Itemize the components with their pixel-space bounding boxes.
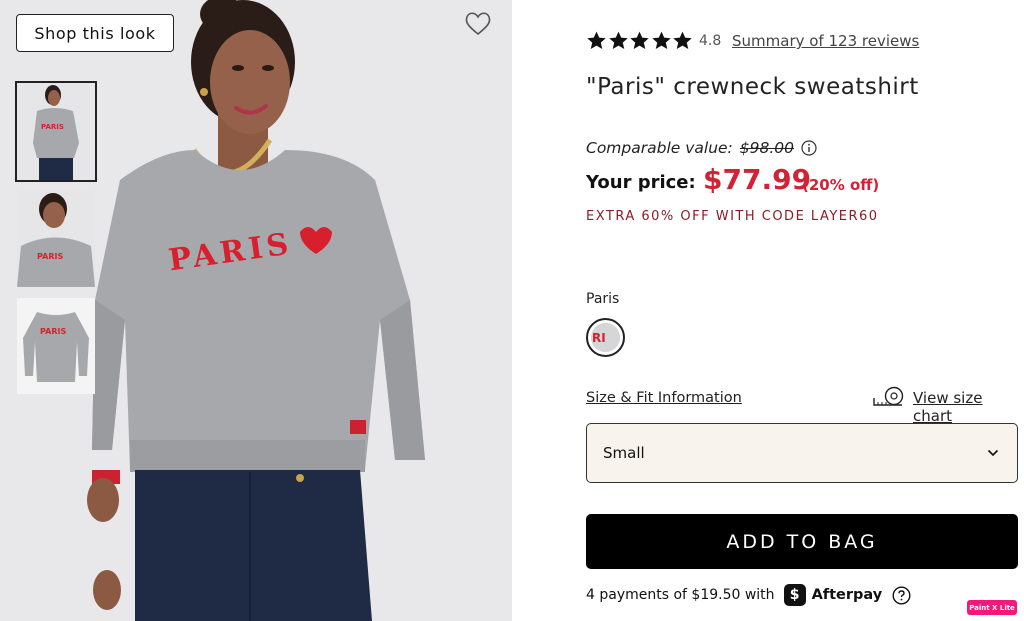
shop-this-look-button[interactable]: Shop this look	[16, 14, 174, 52]
afterpay-info: 4 payments of $19.50 with $ Afterpay	[586, 584, 911, 606]
rating-value: 4.8	[699, 33, 722, 49]
swatch-print: RI	[591, 323, 620, 352]
percent-off: (20% off)	[802, 176, 880, 194]
comparable-label: Comparable value:	[586, 139, 733, 157]
afterpay-brand: Afterpay	[811, 587, 883, 603]
star-rating	[586, 30, 694, 51]
svg-text:PARIS: PARIS	[37, 252, 63, 261]
thumb-flat-lay[interactable]: PARIS	[17, 298, 95, 394]
color-swatch-paris[interactable]: RI	[586, 318, 625, 357]
thumb-model-closeup[interactable]: PARIS	[17, 191, 95, 287]
star-icon	[651, 31, 671, 49]
heart-outline-icon[interactable]	[464, 11, 492, 37]
measuring-tape-icon	[873, 386, 904, 406]
afterpay-text: 4 payments of $19.50 with	[586, 587, 775, 603]
star-icon	[673, 31, 692, 49]
chevron-down-icon	[987, 449, 999, 457]
thumb-model-full[interactable]: PARIS	[15, 81, 97, 182]
reviews-summary-link[interactable]: Summary of 123 reviews	[732, 32, 919, 50]
selected-size: Small	[603, 444, 645, 462]
product-gallery: PARIS Shop this look PARIS PARIS PARIS	[0, 0, 512, 621]
add-to-bag-button[interactable]: ADD TO BAG	[586, 514, 1018, 569]
view-size-chart-link[interactable]: View size chart	[913, 389, 1024, 425]
question-circle-icon[interactable]	[892, 585, 911, 605]
star-icon	[587, 31, 606, 49]
extension-badge[interactable]: Paint X Lite	[967, 600, 1017, 615]
svg-text:PARIS: PARIS	[40, 327, 66, 336]
star-icon	[630, 31, 649, 49]
afterpay-logo: $ Afterpay	[783, 584, 883, 606]
info-icon[interactable]	[801, 140, 817, 156]
color-label: Paris	[586, 291, 620, 307]
star-icon	[608, 31, 628, 49]
your-price-label: Your price:	[586, 172, 696, 193]
afterpay-arrows-icon: $	[783, 584, 806, 606]
svg-text:RI: RI	[592, 331, 606, 345]
comparable-value: Comparable value: $98.00	[586, 139, 817, 157]
svg-text:PARIS: PARIS	[41, 123, 64, 131]
size-fit-info-link[interactable]: Size & Fit Information	[586, 390, 742, 406]
product-details: 4.8 Summary of 123 reviews "Paris" crewn…	[512, 0, 1024, 621]
sale-price: $77.99	[703, 163, 812, 196]
promo-code-text: EXTRA 60% OFF WITH CODE LAYER60	[586, 209, 879, 224]
comparable-price: $98.00	[739, 139, 795, 157]
size-select[interactable]: Small	[586, 423, 1018, 483]
product-title: "Paris" crewneck sweatshirt	[586, 74, 919, 100]
